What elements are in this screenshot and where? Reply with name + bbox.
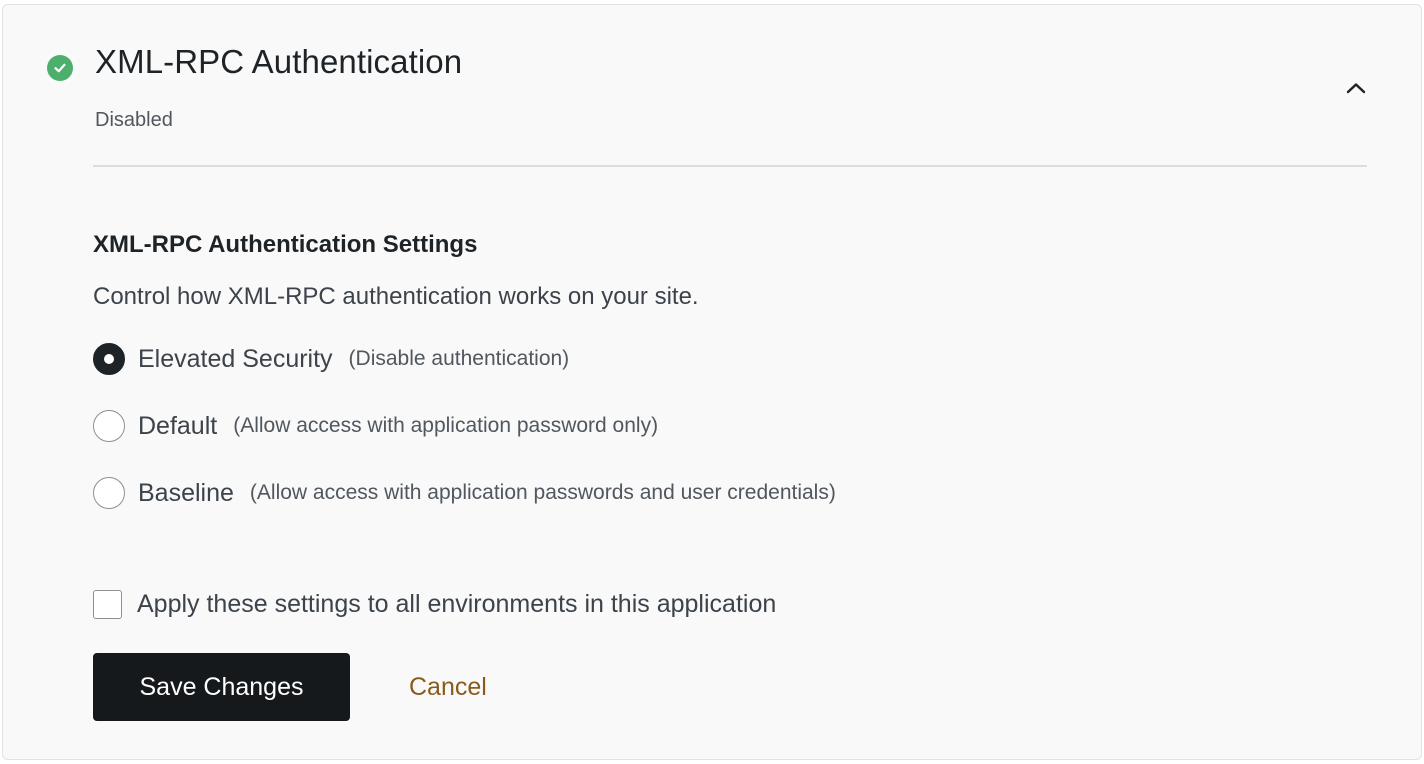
apply-all-environments-option[interactable]: Apply these settings to all environments… [93,590,776,619]
radio-option-elevated-security[interactable]: Elevated Security (Disable authenticatio… [93,342,569,376]
apply-all-checkbox[interactable] [93,590,122,619]
radio-label: Default [138,411,218,440]
radio-label: Baseline [138,478,234,507]
checkmark-icon [54,63,66,73]
radio-hint: (Allow access with application passwords… [249,481,836,504]
radio-button-default[interactable] [93,410,125,442]
cancel-button[interactable]: Cancel [393,653,503,721]
radio-label: Elevated Security [138,344,333,373]
divider [93,165,1367,167]
settings-card: XML-RPC Authentication Disabled XML-RPC … [2,4,1422,760]
settings-heading: XML-RPC Authentication Settings [93,231,478,258]
check-circle-icon [47,55,73,81]
status-text: Disabled [95,109,173,131]
radio-option-baseline[interactable]: Baseline (Allow access with application … [93,476,836,510]
radio-button-baseline[interactable] [93,477,125,509]
save-changes-button[interactable]: Save Changes [93,653,350,721]
apply-all-label: Apply these settings to all environments… [137,590,777,618]
settings-description: Control how XML-RPC authentication works… [93,283,699,310]
radio-hint: (Disable authentication) [348,347,570,370]
section-title: XML-RPC Authentication [95,43,463,80]
radio-hint: (Allow access with application password … [233,414,659,437]
collapse-button[interactable] [1339,71,1373,105]
radio-option-default[interactable]: Default (Allow access with application p… [93,409,658,443]
radio-button-elevated-security[interactable] [93,343,125,375]
chevron-up-icon [1346,83,1366,94]
